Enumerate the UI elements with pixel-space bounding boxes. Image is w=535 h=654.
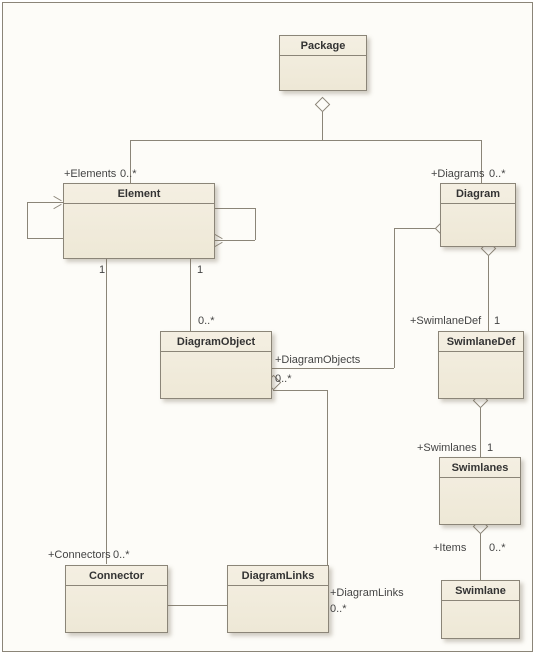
assoc-line [273, 390, 327, 391]
arrowhead [53, 204, 61, 209]
assoc-line [106, 259, 107, 564]
class-name-label: Swimlanes [440, 458, 520, 478]
class-body [440, 478, 520, 524]
mult-label: 0..* [330, 603, 347, 615]
mult-label: 1 [99, 264, 105, 276]
role-label: +DiagramLinks [330, 587, 404, 599]
mult-label: 1 [494, 315, 500, 327]
mult-label: 0..* [113, 549, 130, 561]
class-connector[interactable]: Connector [65, 565, 168, 633]
class-name-label: DiagramObject [161, 332, 271, 352]
class-body [441, 204, 515, 246]
assoc-line [327, 390, 328, 583]
class-name-label: Diagram [441, 184, 515, 204]
assoc-line [190, 259, 191, 331]
class-diagram[interactable]: Diagram [440, 183, 516, 247]
assoc-line [213, 240, 255, 241]
arrowhead [214, 242, 222, 247]
class-diagramlinks[interactable]: DiagramLinks [227, 565, 329, 633]
role-label: +SwimlaneDef [410, 315, 481, 327]
class-name-label: Package [280, 36, 366, 56]
mult-label: 1 [197, 264, 203, 276]
assoc-line [213, 208, 255, 209]
assoc-line [394, 228, 395, 368]
class-body [228, 586, 328, 632]
class-diagramobject[interactable]: DiagramObject [160, 331, 272, 399]
class-swimlanes[interactable]: Swimlanes [439, 457, 521, 525]
class-swimlane[interactable]: Swimlane [441, 580, 520, 639]
class-package[interactable]: Package [279, 35, 367, 91]
class-name-label: Swimlane [442, 581, 519, 601]
class-name-label: SwimlaneDef [439, 332, 523, 352]
mult-label: 0..* [489, 542, 506, 554]
role-label: +Swimlanes [417, 442, 477, 454]
class-element[interactable]: Element [63, 183, 215, 259]
assoc-line [130, 140, 482, 141]
class-body [442, 601, 519, 638]
role-label: +Connectors [48, 549, 111, 561]
assoc-line [322, 112, 323, 140]
mult-label: 1 [487, 442, 493, 454]
arrowhead [214, 234, 222, 239]
assoc-line [271, 368, 394, 369]
mult-label: 0..* [198, 315, 215, 327]
assoc-line [27, 202, 28, 238]
assoc-line [167, 605, 227, 606]
class-body [280, 56, 366, 90]
class-body [66, 586, 167, 632]
role-label: +Diagrams [431, 168, 485, 180]
assoc-line [480, 534, 481, 580]
class-body [439, 352, 523, 398]
assoc-line [255, 208, 256, 240]
class-swimlanedef[interactable]: SwimlaneDef [438, 331, 524, 399]
diagram-frame: Package Element Diagram DiagramObject Sw… [2, 2, 533, 652]
mult-label: 0..* [489, 168, 506, 180]
assoc-line [27, 238, 63, 239]
role-label: +DiagramObjects [275, 354, 360, 366]
assoc-line [488, 256, 489, 331]
class-body [161, 352, 271, 398]
class-name-label: Connector [66, 566, 167, 586]
assoc-line [394, 228, 440, 229]
aggregation-diamond [315, 97, 331, 113]
class-name-label: Element [64, 184, 214, 204]
mult-label: 0..* [120, 168, 137, 180]
class-name-label: DiagramLinks [228, 566, 328, 586]
arrowhead [53, 196, 61, 201]
mult-label: 0..* [275, 373, 292, 385]
role-label: +Items [433, 542, 466, 554]
assoc-line [27, 202, 63, 203]
role-label: +Elements [64, 168, 116, 180]
assoc-line [480, 408, 481, 457]
class-body [64, 204, 214, 258]
